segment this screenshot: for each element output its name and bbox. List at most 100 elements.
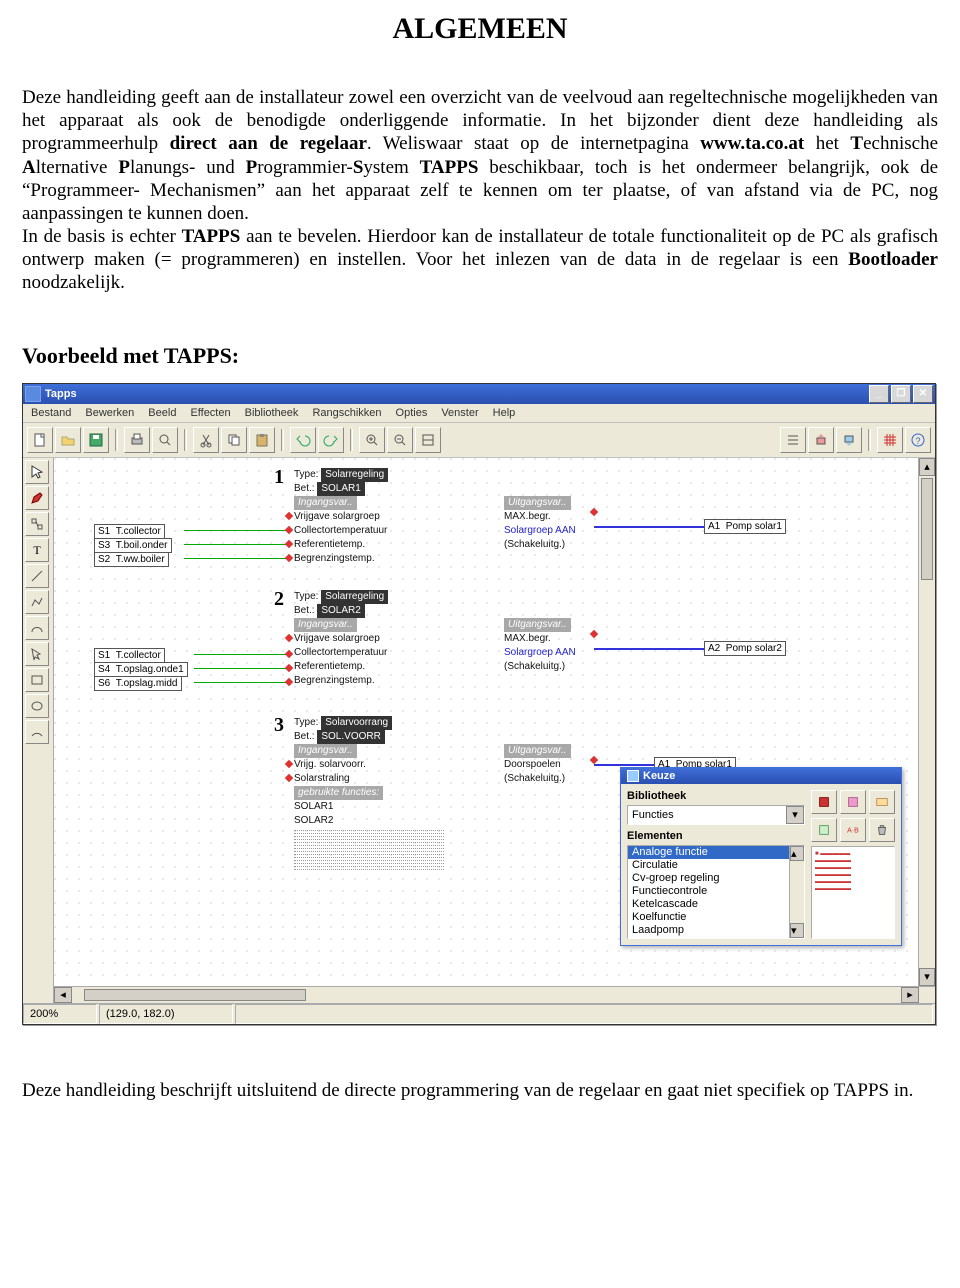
sensor-tag[interactable]: S1 T.collector [94,524,165,539]
select-rect-tool-icon[interactable] [25,642,49,666]
text-bold: direct aan de regelaar [170,133,367,154]
zoom-level[interactable]: 200% [23,1004,97,1024]
scroll-down-icon[interactable]: ▾ [790,923,804,938]
grid-icon[interactable] [877,427,903,453]
pen-tool-icon[interactable] [25,486,49,510]
wire [184,530,289,531]
dropdown-arrow-icon[interactable]: ▾ [786,806,804,824]
preview-icon[interactable] [152,427,178,453]
sensor-tag[interactable]: S2 T.ww.boiler [94,552,169,567]
pointer-tool-icon[interactable] [25,460,49,484]
panel-action-icon[interactable] [869,790,895,814]
redo-icon[interactable] [318,427,344,453]
maximize-button[interactable]: ❐ [891,385,911,403]
align-icon[interactable] [780,427,806,453]
function-block[interactable]: Type: Solarregeling Bet.: SOLAR1 Ingangs… [294,468,444,566]
undo-icon[interactable] [290,427,316,453]
connector-tool-icon[interactable] [25,512,49,536]
zoom-out-icon[interactable] [387,427,413,453]
section-heading: Voorbeeld met TAPPS: [22,343,938,369]
bibliotheek-select[interactable]: Functies ▾ [627,805,805,825]
layer-up-icon[interactable] [808,427,834,453]
menu-item[interactable]: Help [493,407,516,419]
wire [594,526,704,528]
panel-action-icon[interactable] [811,790,837,814]
panel-action-icon[interactable] [811,818,837,842]
output-tag[interactable]: A2 Pomp solar2 [704,641,786,656]
function-block[interactable]: Type: Solarvoorrang Bet.: SOL.VOORR Inga… [294,716,444,872]
menu-item[interactable]: Beeld [148,407,176,419]
wire [194,682,289,683]
output-column: Uitgangsvar.. MAX.begr. Solargroep AAN (… [504,618,634,674]
sensor-tag[interactable]: S1 T.collector [94,648,165,663]
panel-titlebar[interactable]: Keuze [621,768,901,784]
scroll-thumb[interactable] [921,478,933,580]
paste-icon[interactable] [249,427,275,453]
print-icon[interactable] [124,427,150,453]
closing-text: Deze handleiding beschrijft uitsluitend … [22,1079,938,1102]
output-tag[interactable]: A1 Pomp solar1 [704,519,786,534]
sensor-tag[interactable]: S4 T.opslag.onde1 [94,662,188,677]
open-file-icon[interactable] [55,427,81,453]
text-bold: S [353,157,364,178]
list-item[interactable]: Koelfunctie [628,911,789,924]
panel-title: Keuze [643,770,675,782]
ellipse-tool-icon[interactable] [25,694,49,718]
cut-icon[interactable] [193,427,219,453]
save-icon[interactable] [83,427,109,453]
new-file-icon[interactable] [27,427,53,453]
scroll-up-icon[interactable]: ▴ [790,846,804,861]
sensor-tag[interactable]: S6 T.opslag.midd [94,676,182,691]
text: noodzakelijk. [22,272,125,293]
close-button[interactable]: ✕ [913,385,933,403]
menu-item[interactable]: Bewerken [85,407,134,419]
trash-icon[interactable] [869,818,895,842]
menu-item[interactable]: Effecten [190,407,230,419]
menu-item[interactable]: Bestand [31,407,71,419]
scroll-down-icon[interactable]: ▾ [919,968,935,986]
polyline-tool-icon[interactable] [25,590,49,614]
menu-item[interactable]: Bibliotheek [245,407,299,419]
rectangle-tool-icon[interactable] [25,668,49,692]
scroll-thumb[interactable] [84,989,306,1001]
keuze-panel[interactable]: Keuze Bibliotheek Functies ▾ Elementen [620,767,902,946]
list-item[interactable]: Analoge functie [628,846,789,859]
vertical-scrollbar[interactable]: ▴ ▾ [918,458,935,986]
coordinates: (129.0, 182.0) [99,1004,233,1024]
zoom-in-icon[interactable] [359,427,385,453]
minimize-button[interactable]: _ [869,385,889,403]
list-item[interactable]: Ketelcascade [628,898,789,911]
layer-down-icon[interactable] [836,427,862,453]
panel-action-icon[interactable] [840,790,866,814]
arc-tool-icon[interactable] [25,720,49,744]
copy-icon[interactable] [221,427,247,453]
curve-tool-icon[interactable] [25,616,49,640]
menu-item[interactable]: Venster [441,407,478,419]
list-item[interactable]: Circulatie [628,859,789,872]
text: lanungs- und [130,157,246,178]
horizontal-scrollbar[interactable]: ◂ ▸ [54,986,935,1003]
scroll-right-icon[interactable]: ▸ [901,987,919,1003]
doc-title: ALGEMEEN [22,12,938,46]
text-tool-icon[interactable]: T [25,538,49,562]
help-icon[interactable]: ? [905,427,931,453]
menu-item[interactable]: Rangschikken [312,407,381,419]
list-scrollbar[interactable]: ▴ ▾ [789,846,804,938]
canvas[interactable]: 1 Type: Solarregeling Bet.: SOLAR1 Ingan… [54,458,918,986]
scroll-up-icon[interactable]: ▴ [919,458,935,476]
function-block[interactable]: Type: Solarregeling Bet.: SOLAR2 Ingangs… [294,590,444,688]
list-item[interactable]: Laadpomp [628,924,789,937]
scroll-left-icon[interactable]: ◂ [54,987,72,1003]
zoom-fit-icon[interactable] [415,427,441,453]
field-key: Type: [294,469,318,480]
list-item[interactable]: Cv-groep regeling [628,872,789,885]
panel-ab-icon[interactable]: A·B [840,818,866,842]
toolbar-separator [281,429,284,451]
window-controls: _ ❐ ✕ [869,385,933,403]
menu-item[interactable]: Opties [396,407,428,419]
sensor-tag[interactable]: S3 T.boil.onder [94,538,172,553]
titlebar: Tapps _ ❐ ✕ [23,384,935,404]
elementen-list[interactable]: Analoge functie Circulatie Cv-groep rege… [627,845,805,939]
list-item[interactable]: Functiecontrole [628,885,789,898]
line-tool-icon[interactable] [25,564,49,588]
